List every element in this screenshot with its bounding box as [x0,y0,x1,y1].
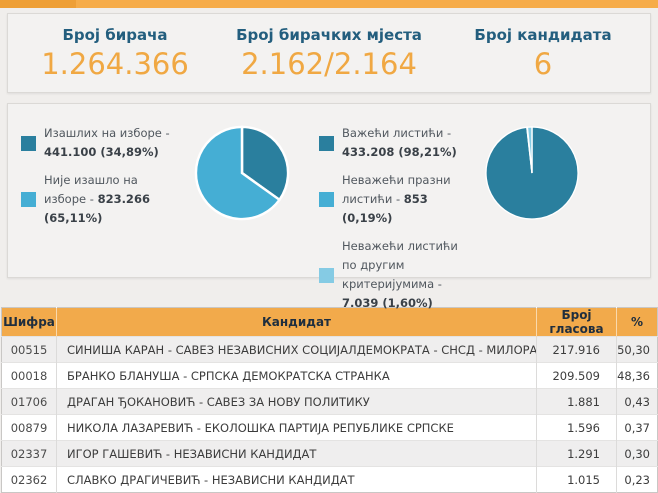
candidate-percent-cell: 0,37 [617,415,658,441]
legend-item: Изашлих на изборе - 441.100 (34,89%) [21,124,181,162]
charts-panel: Изашлих на изборе - 441.100 (34,89%) Није… [7,103,651,278]
candidate-votes-cell: 1.015 [537,467,617,493]
table-row: 02362СЛАВКО ДРАГИЧЕВИЋ - НЕЗАВИСНИ КАНДИ… [2,467,658,493]
top-accent-segment [0,0,76,8]
legend-swatch [319,268,334,283]
candidate-votes-cell: 217.916 [537,337,617,363]
legend-label: Неважећи празни листићи - 853 (0,19%) [342,171,471,228]
table-row: 00515СИНИША КАРАН - САВЕЗ НЕЗАВИСНИХ СОЦ… [2,337,658,363]
stat-polling-stations-value: 2.162/2.164 [222,49,436,81]
stat-voters-label: Број бирача [8,26,222,44]
stat-candidates: Број кандидата 6 [436,14,650,92]
candidate-percent-cell: 0,43 [617,389,658,415]
summary-stats-panel: Број бирача 1.264.366 Број бирачких мјес… [7,13,651,93]
header-percent: % [617,308,658,337]
stat-voters: Број бирача 1.264.366 [8,14,222,92]
table-row: 00018БРАНКО БЛАНУША - СРПСКА ДЕМОКРАТСКА… [2,363,658,389]
candidate-name-cell: ДРАГАН ЂОКАНОВИЋ - САВЕЗ ЗА НОВУ ПОЛИТИК… [57,389,537,415]
candidate-percent-cell: 0,23 [617,467,658,493]
legend-swatch [21,136,36,151]
legend-item: Важећи листићи - 433.208 (98,21%) [319,124,471,162]
candidate-code-cell: 00515 [2,337,57,363]
top-accent-bar [0,0,658,8]
legend-item: Неважећи листићи по другим критеријумима… [319,237,471,313]
header-code: Шифра [2,308,57,337]
stat-voters-value: 1.264.366 [8,49,222,81]
turnout-legend: Изашлих на изборе - 441.100 (34,89%) Није… [21,124,181,277]
candidate-code-cell: 00018 [2,363,57,389]
results-table: Шифра Кандидат Број гласова % 00515СИНИШ… [1,307,658,493]
pie-chart-ballots [483,124,581,222]
legend-label: Важећи листићи - 433.208 (98,21%) [342,124,471,162]
candidate-name-cell: СЛАВКО ДРАГИЧЕВИЋ - НЕЗАВИСНИ КАНДИДАТ [57,467,537,493]
turnout-chart-group: Изашлих на изборе - 441.100 (34,89%) Није… [8,104,306,277]
candidate-code-cell: 02337 [2,441,57,467]
legend-item: Неважећи празни листићи - 853 (0,19%) [319,171,471,228]
table-row: 02337ИГОР ГАШЕВИЋ - НЕЗАВИСНИ КАНДИДАТ1.… [2,441,658,467]
candidate-name-cell: СИНИША КАРАН - САВЕЗ НЕЗАВИСНИХ СОЦИЈАЛД… [57,337,537,363]
legend-label: Изашлих на изборе - 441.100 (34,89%) [44,124,181,162]
legend-label: Неважећи листићи по другим критеријумима… [342,237,471,313]
candidate-name-cell: ИГОР ГАШЕВИЋ - НЕЗАВИСНИ КАНДИДАТ [57,441,537,467]
legend-value: 433.208 (98,21%) [342,145,457,159]
pie-chart-turnout [193,124,291,222]
ballots-legend: Важећи листићи - 433.208 (98,21%) Неважећ… [319,124,471,277]
table-row: 00879НИКОЛА ЛАЗАРЕВИЋ - ЕКОЛОШКА ПАРТИЈА… [2,415,658,441]
candidate-code-cell: 02362 [2,467,57,493]
legend-value: 7.039 (1,60%) [342,296,433,310]
candidate-votes-cell: 209.509 [537,363,617,389]
candidate-votes-cell: 1.291 [537,441,617,467]
candidate-percent-cell: 0,30 [617,441,658,467]
stat-polling-stations-label: Број бирачких мјеста [222,26,436,44]
candidate-percent-cell: 48,36 [617,363,658,389]
candidate-name-cell: БРАНКО БЛАНУША - СРПСКА ДЕМОКРАТСКА СТРА… [57,363,537,389]
legend-item: Није изашло на изборе - 823.266 (65,11%) [21,171,181,228]
legend-swatch [319,192,334,207]
legend-swatch [319,136,334,151]
candidate-votes-cell: 1.596 [537,415,617,441]
candidate-votes-cell: 1.881 [537,389,617,415]
stat-candidates-label: Број кандидата [436,26,650,44]
stat-candidates-value: 6 [436,49,650,81]
table-row: 01706ДРАГАН ЂОКАНОВИЋ - САВЕЗ ЗА НОВУ ПО… [2,389,658,415]
ballots-chart-group: Важећи листићи - 433.208 (98,21%) Неважећ… [306,104,650,277]
candidate-code-cell: 00879 [2,415,57,441]
stat-polling-stations: Број бирачких мјеста 2.162/2.164 [222,14,436,92]
ballots-pie-wrap [483,124,593,277]
legend-value: 441.100 (34,89%) [44,145,159,159]
candidate-name-cell: НИКОЛА ЛАЗАРЕВИЋ - ЕКОЛОШКА ПАРТИЈА РЕПУ… [57,415,537,441]
legend-label: Није изашло на изборе - 823.266 (65,11%) [44,171,181,228]
turnout-pie-wrap [193,124,303,277]
candidate-code-cell: 01706 [2,389,57,415]
legend-swatch [21,192,36,207]
header-votes: Број гласова [537,308,617,337]
candidate-percent-cell: 50,30 [617,337,658,363]
